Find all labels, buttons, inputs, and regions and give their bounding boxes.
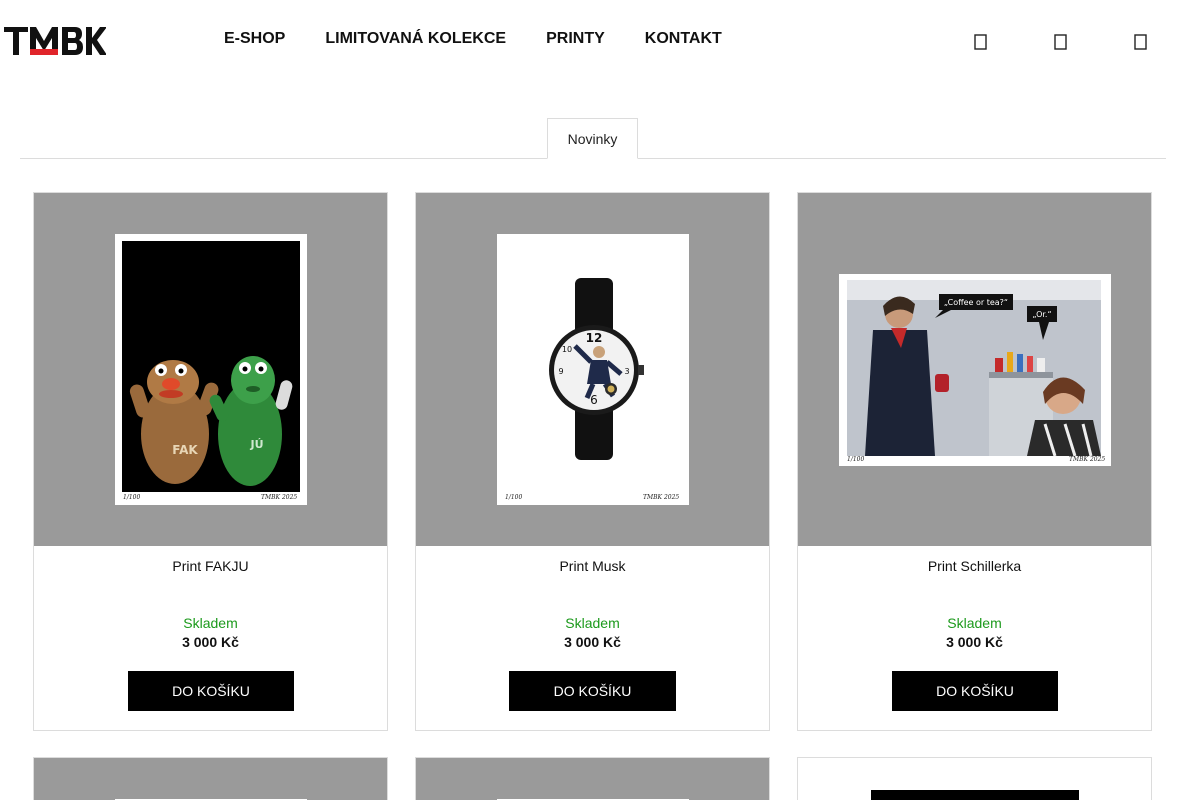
watch-numeral-12: 12 (586, 331, 603, 345)
product-name[interactable]: Print FAKJU (34, 558, 387, 574)
add-to-cart-button[interactable]: DO KOŠÍKU (892, 671, 1058, 711)
signature: TMBK 2025 (261, 494, 298, 501)
site-header: E-SHOP LIMITOVANÁ KOLEKCE PRINTY KONTAKT (0, 0, 1200, 80)
search-icon[interactable] (973, 32, 989, 52)
product-card (797, 757, 1152, 800)
nav-eshop[interactable]: E-SHOP (224, 30, 285, 48)
signature: TMBK 2025 (1069, 456, 1106, 463)
product-image[interactable]: FAK JÚ 1/100 TMBK 2025 (34, 193, 387, 546)
product-price: 3 000 Kč (564, 634, 621, 650)
product-price: 3 000 Kč (946, 634, 1003, 650)
tmbk-logo[interactable] (4, 25, 106, 57)
speech-bubble-coffee: „Coffee or tea?“ (944, 298, 1008, 307)
edition-number: 1/100 (847, 456, 865, 463)
watch-numeral-3: 3 (624, 367, 629, 376)
cart-icon[interactable] (1133, 32, 1149, 52)
speech-bubble-or: „Or.“ (1032, 310, 1051, 319)
edition-number: 1/100 (505, 494, 523, 501)
signature: TMBK 2025 (643, 494, 680, 501)
product-image[interactable]: 12 3 6 9 10 1/100 TMBK 2025 (416, 193, 769, 546)
edition-number: 1/100 (123, 494, 141, 501)
product-image[interactable]: „Coffee or tea?“ „Or.“ 1/100 TMBK 2025 (798, 193, 1151, 546)
art-label-ju: JÚ (249, 438, 263, 451)
product-name[interactable]: Print Musk (416, 558, 769, 574)
watch-numeral-9: 9 (558, 367, 563, 376)
art-label-fak: FAK (172, 443, 198, 457)
product-name[interactable]: Print Schillerka (798, 558, 1151, 574)
stock-status: Skladem (565, 615, 620, 631)
print-paper: 12 3 6 9 10 1/100 TMBK 2025 (497, 234, 689, 505)
stock-status: Skladem (947, 615, 1002, 631)
product-card (33, 757, 388, 800)
add-to-cart-button[interactable]: DO KOŠÍKU (128, 671, 294, 711)
product-image[interactable] (34, 758, 387, 800)
watch-numeral-10: 10 (562, 345, 572, 354)
product-card: 12 3 6 9 10 1/100 TMBK 2025 Print Musk S… (415, 192, 770, 731)
main-nav: E-SHOP LIMITOVANÁ KOLEKCE PRINTY KONTAKT (224, 30, 722, 48)
nav-limited-collection[interactable]: LIMITOVANÁ KOLEKCE (325, 30, 506, 48)
product-price: 3 000 Kč (182, 634, 239, 650)
product-card: FAK JÚ 1/100 TMBK 2025 Print FAKJU Sklad… (33, 192, 388, 731)
add-to-cart-button[interactable]: DO KOŠÍKU (509, 671, 676, 711)
print-paper: „Coffee or tea?“ „Or.“ 1/100 TMBK 2025 (839, 274, 1111, 466)
tab-novinky[interactable]: Novinky (547, 118, 638, 159)
user-icon[interactable] (1053, 32, 1069, 52)
watch-numeral-6: 6 (590, 393, 598, 407)
nav-contact[interactable]: KONTAKT (645, 30, 722, 48)
nav-prints[interactable]: PRINTY (546, 30, 605, 48)
product-card (415, 757, 770, 800)
product-tabs: Novinky (20, 118, 1166, 159)
schillerka-artwork: „Coffee or tea?“ „Or.“ (847, 280, 1101, 457)
fakju-artwork: FAK JÚ (122, 241, 300, 492)
product-image[interactable] (416, 758, 769, 800)
musk-watch-artwork: 12 3 6 9 10 (549, 278, 644, 460)
print-paper: FAK JÚ 1/100 TMBK 2025 (115, 234, 307, 505)
print-artwork-dark (871, 790, 1079, 800)
product-card: „Coffee or tea?“ „Or.“ 1/100 TMBK 2025 P… (797, 192, 1152, 731)
product-image[interactable] (798, 758, 1151, 800)
stock-status: Skladem (183, 615, 238, 631)
